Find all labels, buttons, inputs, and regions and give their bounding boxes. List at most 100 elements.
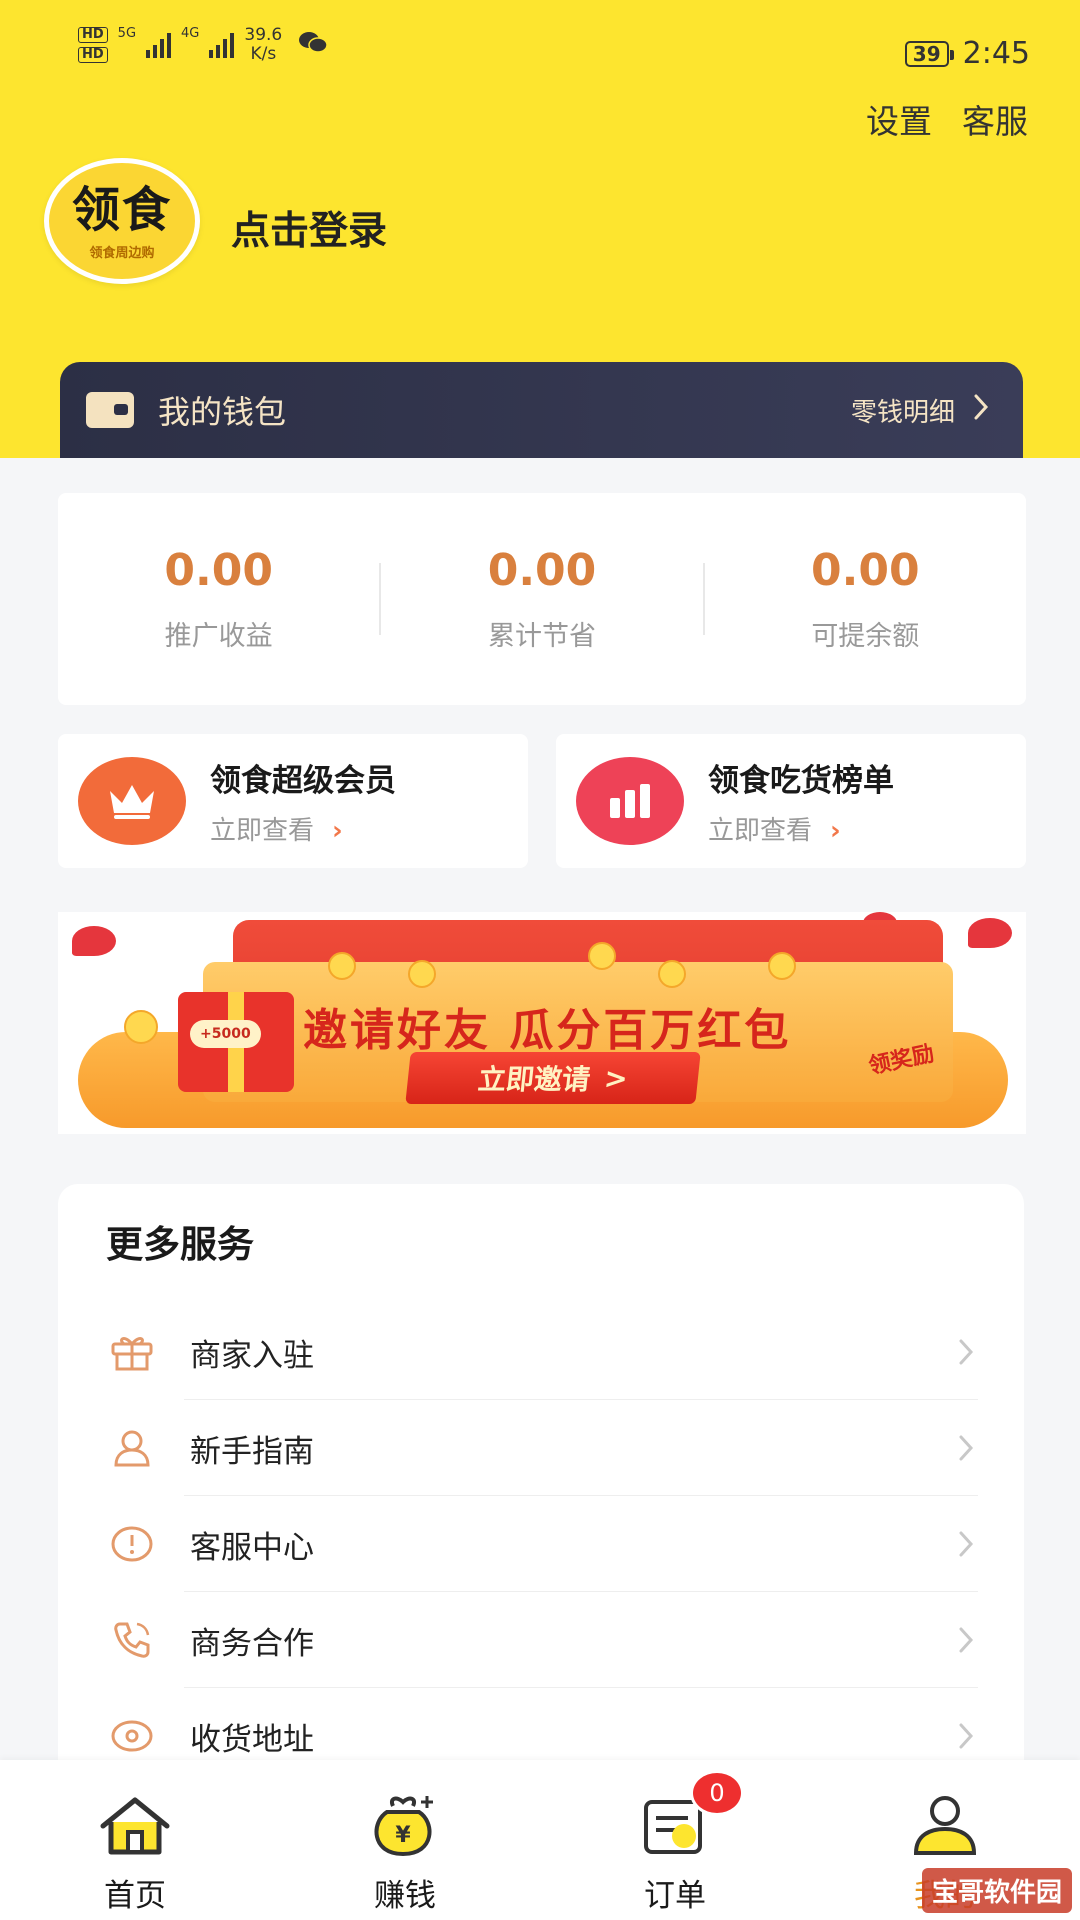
wallet-icon [86, 392, 134, 428]
stat-label: 推广收益 [164, 621, 273, 652]
top-links: 设置 客服 [866, 95, 1028, 143]
battery-level: 39 [912, 41, 941, 66]
order-count-badge: 0 [690, 1770, 744, 1816]
petal-decoration [72, 926, 116, 956]
chevron-right-icon [958, 1722, 974, 1750]
gift-icon [104, 1324, 160, 1380]
signal2-label: 4G [181, 26, 200, 41]
stat-total-saved[interactable]: 0.00 累计节省 [381, 545, 702, 653]
signal1-label: 5G [117, 26, 137, 41]
clock: 2:45 [962, 36, 1030, 71]
coin-icon [124, 1010, 158, 1044]
watermark: 宝哥软件园 [921, 1868, 1072, 1913]
battery-icon: 39 [904, 40, 954, 67]
signal1-icon [146, 32, 172, 58]
service-label: 商务合作 [190, 1625, 314, 1662]
coin-icon [408, 960, 436, 988]
change-details-label: 零钱明细 [850, 397, 955, 428]
stat-label: 累计节省 [487, 621, 596, 652]
card-sub: 立即查看 › [708, 810, 894, 847]
profile-icon [903, 1790, 987, 1862]
status-right: 39 2:45 [904, 36, 1030, 71]
arrow-right-icon: › [830, 816, 841, 846]
coin-icon [328, 952, 356, 980]
status-left: HD HD 5G 4G 39.6 K/s [78, 26, 328, 64]
stat-value: 0.00 [164, 545, 273, 596]
coin-icon [768, 952, 796, 980]
service-label: 新手指南 [190, 1433, 314, 1470]
login-link[interactable]: 点击登录 [231, 200, 387, 256]
user-icon [104, 1420, 160, 1476]
stat-value: 0.00 [811, 545, 920, 596]
change-details-link[interactable]: 零钱明细 [851, 390, 989, 430]
wallet-bar[interactable]: 我的钱包 零钱明细 [60, 362, 1023, 458]
earnings-stats: 0.00 推广收益 0.00 累计节省 0.00 可提余额 [58, 493, 1026, 705]
status-bar: HD HD 5G 4G 39.6 K/s 39 2:45 [0, 0, 1080, 100]
wechat-icon [298, 30, 328, 60]
hd2-badge: HD [78, 47, 108, 63]
chevron-right-icon [958, 1626, 974, 1654]
service-business-cooperation[interactable]: 商务合作 [58, 1592, 1024, 1688]
invite-now-label: 立即邀请 [476, 1063, 592, 1096]
services-list: 商家入驻 新手指南 客服中心 商务合作 收货地址 [58, 1304, 1024, 1784]
card-sub-label: 立即查看 [708, 816, 813, 846]
foodie-ranking-card[interactable]: 领食吃货榜单 立即查看 › [556, 734, 1026, 868]
chevron-right-icon [973, 390, 989, 430]
coin-icon [658, 960, 686, 988]
tab-home[interactable]: 首页 [0, 1760, 270, 1920]
tab-earn[interactable]: ¥ 赚钱 [270, 1760, 540, 1920]
network-speed: 39.6 K/s [244, 26, 282, 64]
card-title: 领食吃货榜单 [708, 763, 894, 799]
stat-promotion-income[interactable]: 0.00 推广收益 [58, 545, 379, 653]
invite-now-button[interactable]: 立即邀请 > [405, 1052, 701, 1104]
service-label: 收货地址 [190, 1721, 314, 1758]
tab-label: 订单 [644, 1878, 706, 1914]
chevron-right-icon [958, 1530, 974, 1558]
service-beginner-guide[interactable]: 新手指南 [58, 1400, 1024, 1496]
petal-decoration [968, 918, 1012, 948]
coin-icon [588, 942, 616, 970]
bottom-tab-bar: 首页 ¥ 赚钱 0 订单 我的 [0, 1760, 1080, 1920]
svg-text:¥: ¥ [395, 1823, 411, 1848]
stat-label: 可提余额 [811, 621, 920, 652]
hd1-badge: HD [78, 27, 108, 43]
card-sub-label: 立即查看 [210, 816, 315, 846]
location-icon [104, 1708, 160, 1764]
service-customer-center[interactable]: 客服中心 [58, 1496, 1024, 1592]
home-icon [93, 1790, 177, 1862]
service-label: 商家入驻 [190, 1337, 314, 1374]
card-sub: 立即查看 › [210, 810, 396, 847]
invite-friends-banner[interactable]: +5000 邀请好友 瓜分百万红包 立即邀请 > 领奖励 [58, 912, 1026, 1134]
wallet-title: 我的钱包 [158, 393, 287, 431]
service-label: 客服中心 [190, 1529, 314, 1566]
logo-text: 领食 [71, 181, 172, 238]
banner-title: 邀请好友 瓜分百万红包 [303, 1005, 792, 1056]
tab-label: 赚钱 [374, 1878, 436, 1914]
card-text: 领食吃货榜单 立即查看 › [708, 755, 894, 847]
app-logo[interactable]: 领食 领食周边购 [44, 158, 200, 284]
speed-unit: K/s [250, 44, 277, 64]
services-title: 更多服务 [106, 1223, 254, 1266]
settings-link[interactable]: 设置 [866, 95, 932, 143]
tab-orders[interactable]: 0 订单 [540, 1760, 810, 1920]
arrow-right-icon: > [602, 1061, 630, 1095]
signal2-icon [209, 32, 235, 58]
alert-icon [104, 1516, 160, 1572]
logo-subtext: 领食周边购 [89, 245, 155, 261]
service-merchant-join[interactable]: 商家入驻 [58, 1304, 1024, 1400]
stat-withdrawable-balance[interactable]: 0.00 可提余额 [705, 545, 1026, 653]
chevron-right-icon [958, 1338, 974, 1366]
customer-service-link[interactable]: 客服 [962, 95, 1028, 143]
speed-value: 39.6 [244, 25, 283, 45]
super-member-card[interactable]: 领食超级会员 立即查看 › [58, 734, 528, 868]
money-bag-icon: ¥ [363, 1790, 447, 1862]
phone-icon [104, 1612, 160, 1668]
card-text: 领食超级会员 立即查看 › [210, 755, 396, 847]
arrow-right-icon: › [332, 816, 343, 846]
bar-chart-icon [576, 757, 684, 845]
hd-indicators: HD HD [78, 27, 108, 63]
gift-tag: +5000 [190, 1020, 261, 1048]
chevron-right-icon [958, 1434, 974, 1462]
crown-icon [78, 757, 186, 845]
tab-label: 首页 [104, 1878, 166, 1914]
